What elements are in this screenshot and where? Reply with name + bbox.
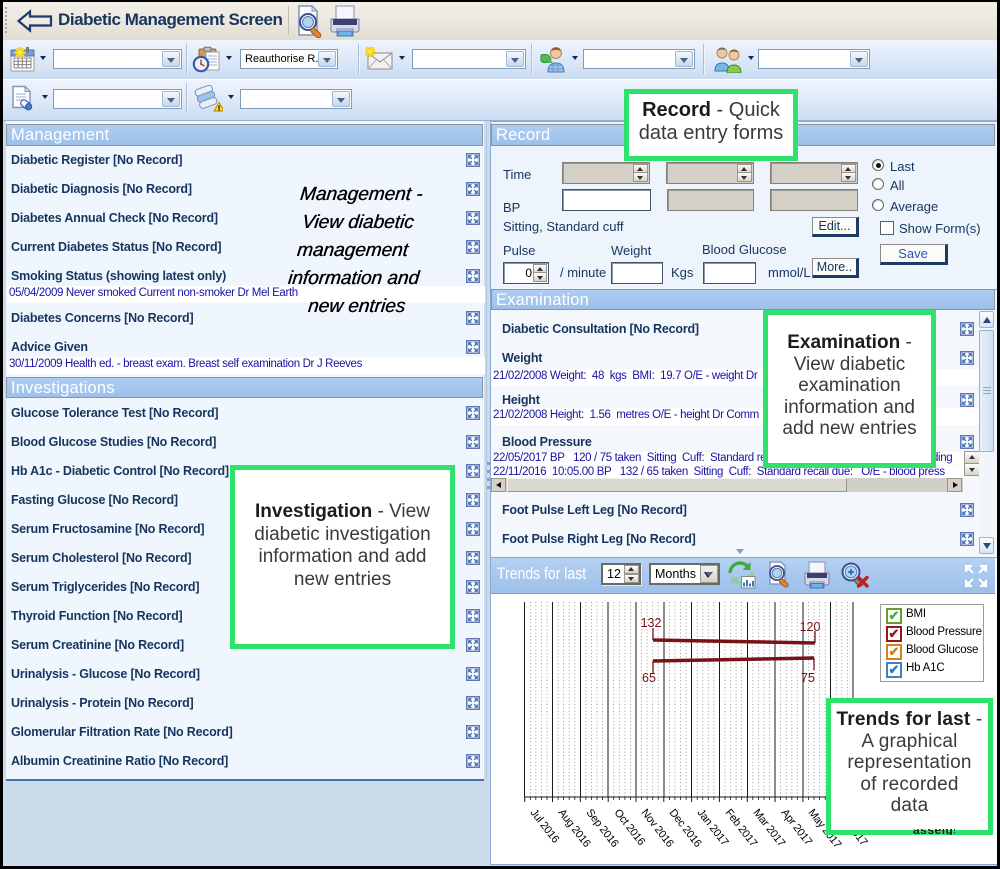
- svg-text:132: 132: [641, 616, 662, 630]
- svg-text:65: 65: [642, 671, 656, 685]
- svg-text:75: 75: [801, 671, 815, 685]
- svg-text:120: 120: [800, 620, 821, 634]
